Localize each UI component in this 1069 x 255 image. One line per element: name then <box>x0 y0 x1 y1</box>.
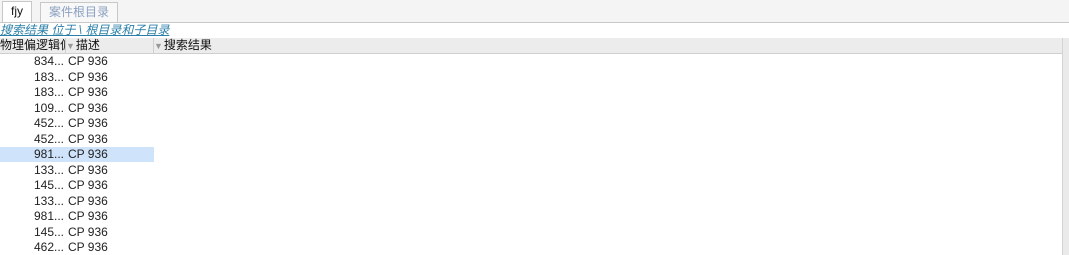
table-row[interactable]: 109...CP 936DEFAULT_USE_PREVIEW *SETTING… <box>0 101 1069 117</box>
column-header-description[interactable]: ▼描述 <box>66 38 154 53</box>
table-row[interactable]: 981...CP 936data/system/users/0/settings… <box>0 209 1069 225</box>
offset-cell: 981... <box>0 147 66 162</box>
offset-cell: 834... <box>33 54 64 68</box>
description-cell: CP 936 <box>68 224 108 239</box>
results-grid: 物理偏逻辑偏 ▼描述 ▼搜索结果 834...CP 936!settings_r… <box>0 38 1069 255</box>
description-cell: CP 936 <box>66 147 154 162</box>
table-row[interactable]: 452...CP 936WIFI_PACKAGE *SETTINGS_GLOBA… <box>0 116 1069 132</box>
offset-cell: 981... <box>33 209 64 223</box>
description-cell: CP 936 <box>68 69 108 84</box>
description-cell: CP 936 <box>68 193 108 208</box>
offset-cell: 133... <box>33 193 64 208</box>
breadcrumb-text[interactable]: 搜索结果 位于 \ 根目录和子目录 <box>0 23 169 37</box>
table-row[interactable]: 183...CP 936TINGS_GLOBAL_DEVICE_PROVISIO… <box>0 70 1069 86</box>
column-header-results[interactable]: ▼搜索结果 <box>154 38 1063 53</box>
offset-cell: 109... <box>33 100 64 115</box>
column-header-description-label: 描述 <box>75 38 100 52</box>
offset-cell: 183... <box>33 85 64 99</box>
offset-cell: 452... <box>33 131 64 146</box>
tab-case-root[interactable]: 案件根目录 <box>40 2 119 22</box>
offset-cell: 183... <box>33 69 64 84</box>
description-cell: CP 936 <box>68 178 108 192</box>
offset-cell: 145... <box>33 178 64 192</box>
tab-fjy[interactable]: fjy <box>2 1 32 22</box>
table-row[interactable]: 462...CP 936al.xml</string> <string name… <box>0 240 1069 255</box>
description-cell: CP 936 <box>68 116 108 130</box>
table-row[interactable]: 834...CP 936!settings_recent_search_soun… <box>0 54 1069 70</box>
column-header-results-label: 搜索结果 <box>163 38 212 52</box>
description-cell: CP 936 <box>68 100 108 115</box>
offset-cell: 452... <box>33 116 64 130</box>
breadcrumb[interactable]: 搜索结果 位于 \ 根目录和子目录 <box>0 23 169 38</box>
description-cell: CP 936 <box>68 54 108 68</box>
table-row[interactable]: 452...CP 936WIFI_PACKAGE *SETTINGS_GLOBA… <box>0 132 1069 148</box>
table-row[interactable]: 145...CP 936es3data/system/users/128/set… <box>0 178 1069 194</box>
offset-cell: 133... <box>33 162 64 177</box>
filter-icon[interactable]: ▼ <box>66 41 75 51</box>
offset-cell: 462... <box>33 240 64 254</box>
column-header-offset[interactable]: 物理偏逻辑偏 <box>0 38 66 53</box>
description-cell: CP 936 <box>68 131 108 146</box>
description-cell: CP 936 <box>68 240 108 254</box>
description-cell: CP 936 <box>68 209 108 223</box>
description-cell: CP 936 <box>68 162 108 177</box>
grid-header: 物理偏逻辑偏 ▼描述 ▼搜索结果 <box>0 38 1069 54</box>
table-row[interactable]: 133...CP 936data/system/users/0/settings… <box>0 194 1069 210</box>
table-row[interactable]: 133...CP 936data/system/users/0/settings… <box>0 163 1069 179</box>
filter-icon[interactable]: ▼ <box>154 41 163 51</box>
table-row[interactable]: 183...CP 936TINGS_GLOBAL_DEVICE_PROVISIO… <box>0 85 1069 101</box>
table-row[interactable]: 981...CP 936data/system/users/0/settings… <box>0 147 1069 163</box>
tab-bar: fjy 案件根目录 <box>0 0 1069 23</box>
offset-cell: 145... <box>33 224 64 239</box>
description-cell: CP 936 <box>68 85 108 99</box>
vertical-scrollbar[interactable] <box>1062 38 1069 255</box>
table-row[interactable]: 145...CP 936es3data/system/users/128/set… <box>0 225 1069 241</box>
